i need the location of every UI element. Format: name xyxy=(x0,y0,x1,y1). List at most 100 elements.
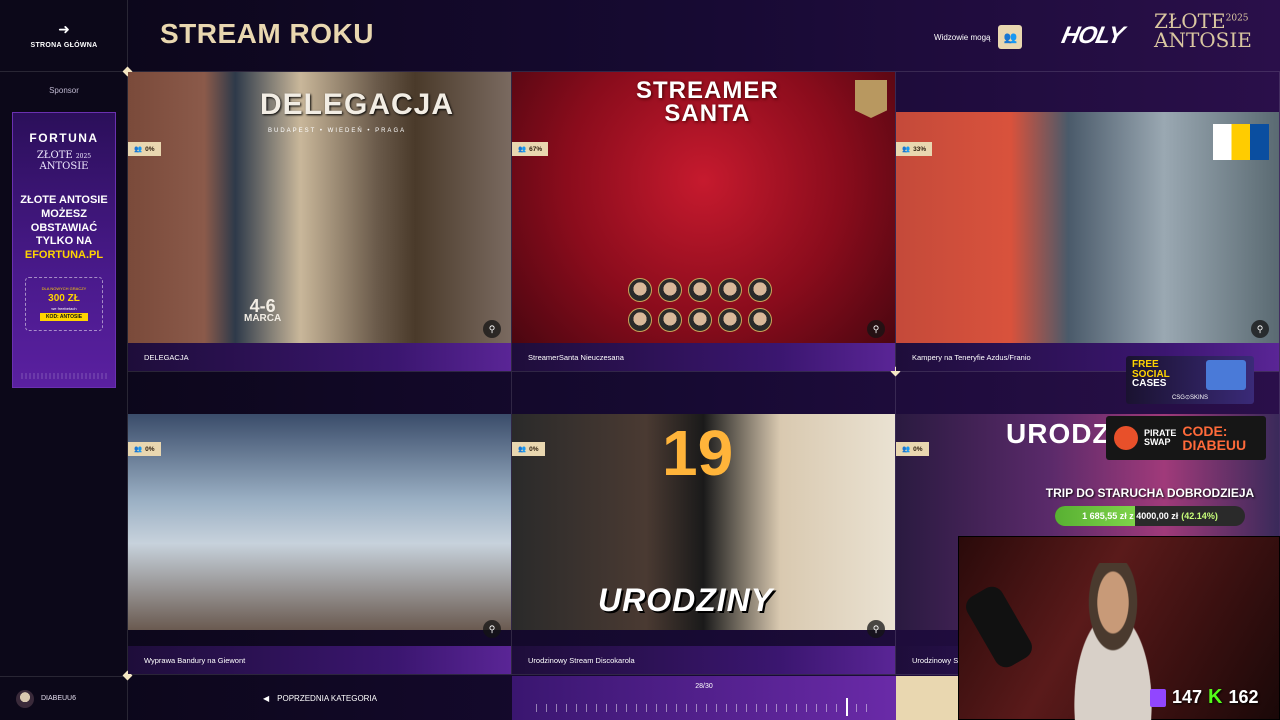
zoom-icon: ⚲ xyxy=(1256,323,1264,334)
goal-current: 1 685,55 zł xyxy=(1082,511,1127,521)
pager-position-marker[interactable] xyxy=(846,698,848,716)
zlote-antosie-logo: ZŁOTE2025 ANTOSIE xyxy=(1154,11,1252,52)
pirate-code-line1: CODE: xyxy=(1182,423,1228,439)
vote-percent: 0% xyxy=(145,145,155,153)
zoom-icon: ⚲ xyxy=(872,323,880,334)
users-icon: 👥 xyxy=(134,446,143,453)
avatar xyxy=(658,308,682,332)
vote-percent: 67% xyxy=(529,145,543,153)
nominee-title[interactable]: Wyprawa Bandury na Giewont xyxy=(128,646,511,674)
user-profile[interactable]: DIABEUU6 xyxy=(0,676,128,720)
viewers-label: Widzowie mogą xyxy=(934,32,991,42)
sponsor-claim-line: TYLKO NA xyxy=(35,235,93,248)
pirate-code: CODE: DIABEUU xyxy=(1182,424,1246,452)
poster-date: 4-6 MARCA xyxy=(244,297,282,325)
sponsor-event-logo: ZŁOTE 2025 ANTOSIE xyxy=(36,150,92,172)
users-icon: 👥 xyxy=(518,146,527,153)
nominee-title[interactable]: DELEGACJA xyxy=(128,343,511,371)
viewer-counts: 147 K 162 xyxy=(1150,686,1259,709)
users-icon: 👥 xyxy=(902,146,911,153)
sponsor-claim-line: OBSTAWIAĆ xyxy=(30,221,98,234)
poster-avatars xyxy=(628,278,778,332)
goal-progress-text: 1 685,55 zł z 4000,00 zł (42.14%) xyxy=(1055,506,1245,526)
csg-line3: CASES xyxy=(1132,378,1167,389)
vote-percent-badge: 👥 0% xyxy=(128,442,161,456)
nominee-card[interactable]: DELEGACJA BUDAPEST • WIEDEŃ • PRAGA 4-6 … xyxy=(128,72,512,372)
nominee-thumbnail xyxy=(128,414,511,630)
pirate-logo-icon xyxy=(1114,426,1138,450)
pirate-name: PIRATE SWAP xyxy=(1144,429,1176,447)
sponsor-claim-highlight: EFORTUNA.PL xyxy=(24,249,104,261)
avatar xyxy=(688,278,712,302)
avatar xyxy=(16,689,34,708)
case-box-icon xyxy=(1206,360,1246,390)
zoom-button[interactable]: ⚲ xyxy=(1251,320,1269,338)
category-pager[interactable]: 28/30 xyxy=(512,676,896,720)
nominee-title[interactable]: StreamerSanta Nieuczesana xyxy=(512,343,895,371)
microphone-icon xyxy=(961,582,1037,672)
pager-track[interactable] xyxy=(536,704,872,712)
avatar xyxy=(718,278,742,302)
vote-percent-badge: 👥 0% xyxy=(896,442,929,456)
kick-icon: K xyxy=(1208,686,1223,708)
zoom-icon: ⚲ xyxy=(488,323,496,334)
viewers-button[interactable]: 👥 xyxy=(998,25,1023,49)
zoom-button[interactable]: ⚲ xyxy=(483,620,501,638)
goal-target: 4000,00 zł xyxy=(1136,511,1179,521)
zoom-icon: ⚲ xyxy=(872,623,880,634)
previous-category-button[interactable]: ◀ POPRZEDNIA KATEGORIA xyxy=(128,676,512,720)
sponsor-event-year: 2025 xyxy=(75,153,92,160)
avatar xyxy=(688,308,712,332)
zoom-icon: ⚲ xyxy=(488,623,496,634)
page-title: STREAM ROKU xyxy=(160,18,374,49)
left-sidebar: ➜ STRONA GŁÓWNA Sponsor FORTUNA ZŁOTE 20… xyxy=(0,0,128,720)
csg-text: FREE SOCIAL CASES xyxy=(1132,360,1170,389)
sponsor-bonus-box: DLA NOWYCH GRACZY 300 ZŁ we freebetach K… xyxy=(25,276,103,331)
sponsor-banner[interactable]: FORTUNA ZŁOTE 2025 ANTOSIE ZŁOTE ANTOSIE… xyxy=(12,112,116,388)
vote-percent: 33% xyxy=(913,145,927,153)
donation-goal: TRIP DO STARUCHA DOBRODZIEJA 1 685,55 zł… xyxy=(1030,486,1270,526)
vote-percent-badge: 👥 67% xyxy=(512,142,549,156)
bonus-sub: we freebetach xyxy=(51,306,77,312)
sponsor-brand: FORTUNA xyxy=(29,131,99,145)
nominee-card[interactable]: 19 URODZINY 👥 0% ⚲ Urodzinowy Stream Dis… xyxy=(512,372,896,675)
sponsor-event-line1: ZŁOTE xyxy=(36,150,73,161)
viewers-control: Widzowie mogą 👥 xyxy=(934,25,1023,49)
avatar xyxy=(628,278,652,302)
sponsor-event-line2: ANTOSIE xyxy=(39,160,89,172)
poster-cities: BUDAPEST • WIEDEŃ • PRAGA xyxy=(268,128,407,134)
csg-brand: CSG⊙SKINS xyxy=(1171,395,1209,401)
poster-headline: DELEGACJA xyxy=(260,88,455,121)
goal-separator: z xyxy=(1129,511,1134,521)
pirateswap-ad: PIRATE SWAP CODE: DIABEUU xyxy=(1106,416,1266,460)
logo-zlote-year: 2025 xyxy=(1225,13,1249,24)
avatar xyxy=(748,308,772,332)
zoom-button[interactable]: ⚲ xyxy=(867,320,885,338)
sponsor-claim-line: MOŻESZ xyxy=(41,207,87,220)
twitch-count: 147 xyxy=(1172,687,1203,707)
vote-percent-badge: 👥 0% xyxy=(512,442,545,456)
poster-date-line2: MARCA xyxy=(244,313,282,325)
goal-progress-bar: 1 685,55 zł z 4000,00 zł (42.14%) xyxy=(1055,506,1245,526)
nominee-card[interactable]: 👥 33% ⚲ Kampery na Teneryfie Azdus/Frani… xyxy=(896,72,1280,372)
nominee-card[interactable]: 👥 0% ⚲ Wyprawa Bandury na Giewont xyxy=(128,372,512,675)
zoom-button[interactable]: ⚲ xyxy=(483,320,501,338)
sponsor-label: Sponsor xyxy=(49,86,79,95)
avatar xyxy=(628,308,652,332)
zoom-button[interactable]: ⚲ xyxy=(867,620,885,638)
csgoskins-ad: FREE SOCIAL CASES CSG⊙SKINS xyxy=(1126,356,1254,404)
logo-zlote-line2: ANTOSIE xyxy=(1154,28,1252,52)
kick-count: 162 xyxy=(1228,687,1259,707)
arrow-left-icon: ➜ xyxy=(58,21,70,37)
home-button[interactable]: ➜ STRONA GŁÓWNA xyxy=(0,0,128,72)
app-root: ➜ STRONA GŁÓWNA Sponsor FORTUNA ZŁOTE 20… xyxy=(0,0,1280,720)
nominee-title[interactable]: Urodzinowy Stream Discokarola xyxy=(512,646,895,674)
sponsor-fine-print xyxy=(21,373,107,379)
bonus-code: KOD: ANTOSIE xyxy=(39,313,89,322)
bonus-amount: 300 ZŁ xyxy=(48,293,80,305)
avatar xyxy=(718,308,742,332)
avatar xyxy=(658,278,682,302)
home-label: STRONA GŁÓWNA xyxy=(30,42,98,49)
vote-percent-badge: 👥 0% xyxy=(128,142,161,156)
nominee-card[interactable]: STREAMER SANTA 👥 67% ⚲ StreamerSanta Nie… xyxy=(512,72,896,372)
